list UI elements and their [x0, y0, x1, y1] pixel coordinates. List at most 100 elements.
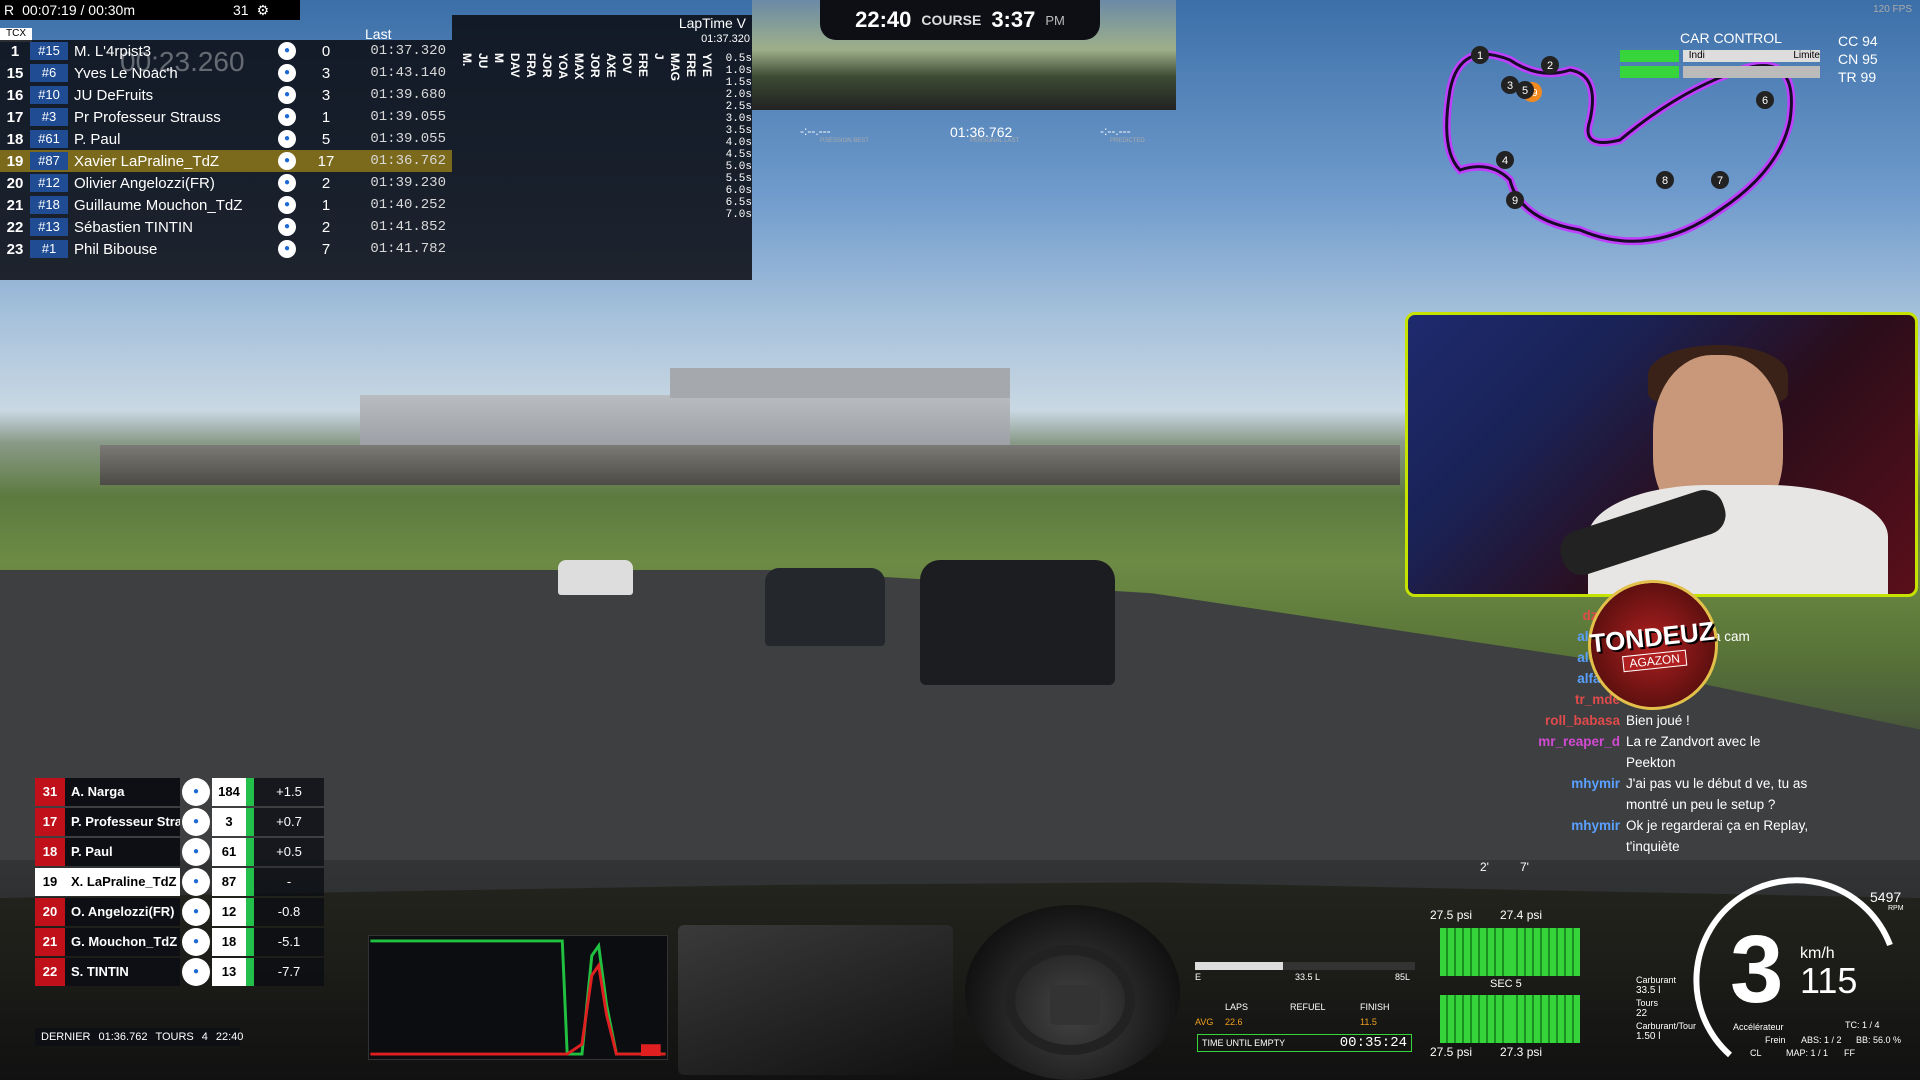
wheel-hub: [1050, 985, 1100, 1025]
bmw-logo-icon: ●: [182, 898, 210, 926]
session-best-label: P.SESSION BEST: [820, 138, 869, 144]
indicator-label: Indi: [1688, 50, 1705, 61]
throttle-bar: [1620, 50, 1679, 62]
bmw-logo-icon: ●: [182, 868, 210, 896]
chat-username[interactable]: roll_babasa: [1500, 710, 1620, 731]
relative-position: 22: [35, 958, 65, 986]
session-clock: 22:40 COURSE 3:37 PM: [820, 0, 1100, 40]
standings-row: 16 #10 JU DeFruits ● 3 01:39.680: [0, 84, 452, 106]
chat-text: t'inquiète: [1626, 839, 1680, 854]
chat-username[interactable]: mr_reaper_d: [1500, 731, 1620, 752]
chat-message: t'inquiète: [1500, 836, 1920, 857]
standings-position: 15: [6, 64, 24, 82]
avg-label: AVG: [1195, 1017, 1214, 1027]
chat-username[interactable]: mhymir: [1500, 815, 1620, 836]
session-type: COURSE: [921, 12, 982, 28]
relative-driver-name: G. Mouchon_TdZ: [65, 928, 180, 956]
laptime-driver-label: JOR: [588, 53, 602, 78]
laptime-tick-label: 4.5s: [725, 149, 752, 161]
chat-username[interactable]: mhymir: [1500, 773, 1620, 794]
laptime-driver-label: FRE: [684, 53, 698, 77]
laptime-driver-label: JOR: [540, 53, 554, 78]
personal-last-label: PERSONAL LAST: [970, 138, 1020, 144]
relative-footer: DERNIER 01:36.762 TOURS 4 22:40: [35, 1028, 243, 1046]
chat-username[interactable]: tr_mde: [1500, 689, 1620, 710]
relative-status-bar: [246, 928, 254, 956]
laptime-driver-label: FRA: [524, 53, 538, 78]
tyre-rr-pressure: 27.3 psi: [1500, 1045, 1543, 1059]
chat-message: Peekton: [1500, 752, 1920, 773]
crowd-stand: [100, 445, 1400, 485]
standings-last-lap: 01:39.055: [370, 131, 446, 147]
avg-value: 22.6: [1225, 1017, 1243, 1027]
relative-status-bar: [246, 838, 254, 866]
standings-position: 16: [6, 86, 24, 104]
laptime-tick-label: 3.0s: [725, 113, 752, 125]
tr-value: TR 99: [1838, 69, 1877, 85]
standings-position-change: 7: [321, 240, 331, 258]
car-control-panel: CAR CONTROL Indi Limite: [1620, 30, 1820, 78]
chat-username[interactable]: [1500, 794, 1620, 815]
cc-value: CC 94: [1838, 33, 1878, 49]
standings-last-lap: 01:36.762: [370, 153, 446, 169]
rpm-label: RPM: [1888, 905, 1904, 912]
finish-value: 11.5: [1360, 1017, 1377, 1027]
relative-gap: +0.7: [254, 808, 324, 836]
laps-count: 4: [201, 1031, 208, 1043]
standings-driver-name: Sébastien TINTIN: [74, 218, 193, 236]
chat-message: montré un peu le setup ?: [1500, 794, 1920, 815]
corner-number: 5: [1522, 85, 1528, 97]
relative-position: 20: [35, 898, 65, 926]
bmw-logo-icon: ●: [278, 152, 296, 170]
laptime-driver-label: YOA: [556, 53, 570, 80]
laptime-tick-label: 6.0s: [725, 185, 752, 197]
track-outline: [1442, 50, 1796, 246]
standings-car-number: #61: [30, 130, 68, 148]
viewer-count: 31: [233, 2, 249, 18]
chat-message: roll_babasa Bien joué !: [1500, 710, 1920, 731]
wheel-camera: [965, 905, 1180, 1080]
chat-username[interactable]: [1500, 752, 1620, 773]
relative-car-number: 3: [212, 808, 246, 836]
session-best-value: -:--.---: [800, 124, 831, 138]
relative-position: 31: [35, 778, 65, 806]
corner-number: 3: [1507, 80, 1513, 92]
laptime-tick-label: 2.0s: [725, 89, 752, 101]
brake-level: [641, 1044, 661, 1057]
bmw-logo-icon: ●: [182, 778, 210, 806]
standings-position-change: 3: [321, 64, 331, 82]
laptime-driver-label: MAG: [668, 53, 682, 81]
tyre-fr-pressure: 27.4 psi: [1500, 908, 1543, 922]
per-lap-value: 1.50 l: [1636, 1031, 1661, 1042]
standings-car-number: #10: [30, 86, 68, 104]
input-telemetry: [368, 935, 668, 1060]
standings-driver-name: JU DeFruits: [74, 86, 154, 104]
chat-username[interactable]: [1500, 836, 1620, 857]
relative-status-bar: [246, 868, 254, 896]
standings-row: 21 #18 Guillaume Mouchon_TdZ ● 1 01:40.252: [0, 194, 452, 216]
settings-icon: ⚙: [256, 1, 270, 18]
abs-setting: ABS: 1 / 2: [1801, 1035, 1842, 1045]
fuel-calculator: E 33.5 L 85L LAPS REFUEL FINISH AVG 22.6…: [1195, 962, 1415, 1057]
standings-position-change: 2: [321, 218, 331, 236]
relative-car-number: 12: [212, 898, 246, 926]
standings-position: 17: [6, 108, 24, 126]
fuel-dash-label: Carburant: [1636, 975, 1677, 985]
bmw-logo-icon: ●: [278, 86, 296, 104]
standings-car-number: #15: [30, 42, 68, 60]
laptime-driver-label: AXE: [604, 53, 618, 78]
laptime-tick-label: 6.5s: [725, 197, 752, 209]
laptime-driver-label: YVE: [700, 53, 714, 78]
standings-row: 17 #3 Pr Professeur Strauss ● 1 01:39.055: [0, 106, 452, 128]
tyre-rl: [1440, 995, 1510, 1043]
standings-position: 21: [6, 196, 24, 214]
standings-driver-name: Olivier Angelozzi(FR): [74, 174, 215, 192]
standings-position-change: 0: [321, 42, 331, 60]
relative-standings: 31A. Narga●184+1.517P. Professeur Straus…: [35, 777, 340, 1047]
chat-text: Peekton: [1626, 755, 1676, 770]
corner-number: 6: [1762, 95, 1768, 107]
standings-car-number: #1: [30, 240, 68, 258]
standings-last-lap: 01:39.055: [370, 109, 446, 125]
standings-car-number: #3: [30, 108, 68, 126]
relative-gap: -7.7: [254, 958, 324, 986]
